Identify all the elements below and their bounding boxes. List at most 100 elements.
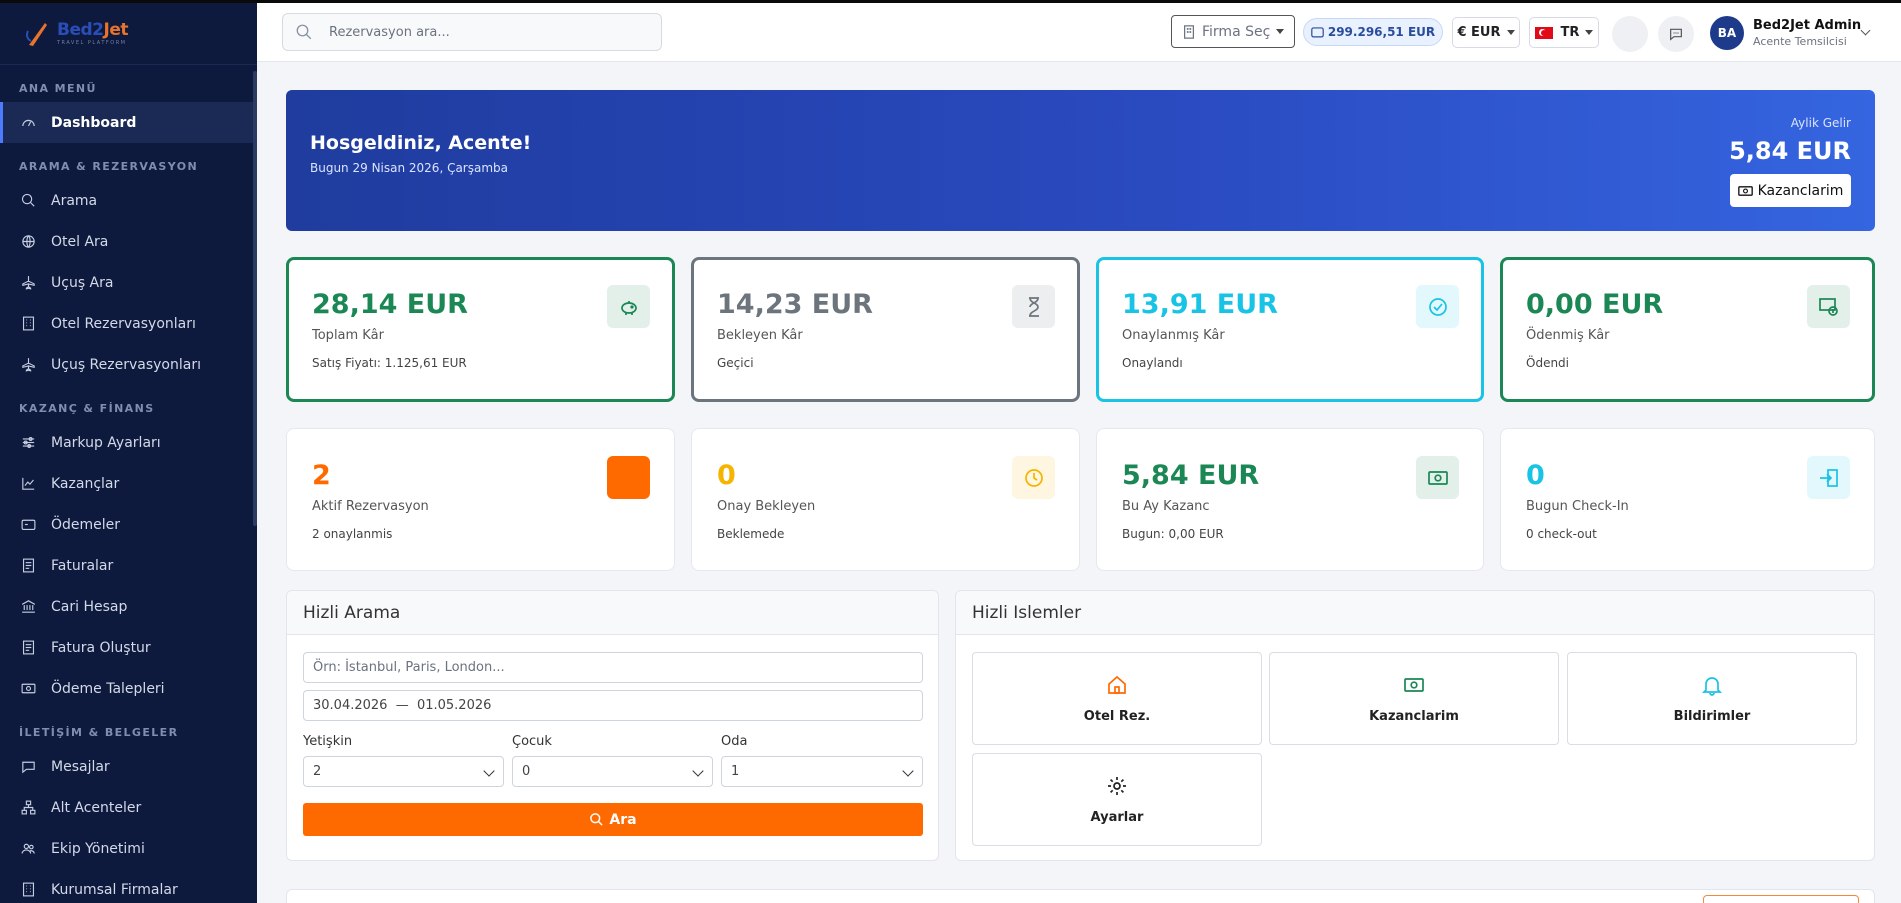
cash-coin-icon	[1807, 285, 1850, 328]
user-name[interactable]: Bed2Jet Admin	[1753, 18, 1861, 33]
chevron-down-icon	[902, 765, 914, 777]
stat-card[interactable]: 0 Bugun Check-In 0 check-out	[1500, 428, 1875, 571]
search-icon	[590, 813, 604, 826]
sidebar-item-markup-ayarları[interactable]: Markup Ayarları	[0, 422, 257, 463]
brand-logo[interactable]: Bed2Jet TRAVEL PLATFORM	[0, 3, 257, 65]
sidebar-item-ödeme-talepleri[interactable]: Ödeme Talepleri	[0, 668, 257, 709]
quick-search-panel: Hizli Arama Örn: İstanbul, Paris, London…	[286, 590, 939, 861]
piggy-bank-icon	[607, 285, 650, 328]
stat-subtext: Onaylandı	[1122, 356, 1183, 370]
sidebar-nav: ANA MENÜ Dashboard ARAMA & REZERVASYON Aram…	[0, 74, 257, 903]
quick-action-tile[interactable]: Kazanclarim	[1269, 652, 1559, 745]
nav-section-title: İLETİŞİM & BELGELER	[19, 725, 179, 739]
sidebar-item-label: Faturalar	[51, 557, 114, 574]
destination-placeholder: Örn: İstanbul, Paris, London...	[313, 660, 505, 675]
sidebar-scrollbar[interactable]	[253, 71, 257, 526]
avatar[interactable]: BA	[1710, 16, 1744, 50]
cash-icon	[1402, 673, 1426, 709]
stat-label: Aktif Rezervasyon	[312, 499, 429, 514]
gear-icon	[1105, 774, 1129, 810]
sidebar-item-kazançlar[interactable]: Kazançlar	[0, 463, 257, 504]
quick-action-tile[interactable]: Bildirimler	[1567, 652, 1857, 745]
search-placeholder: Rezervasyon ara...	[329, 24, 450, 40]
sidebar-item-faturalar[interactable]: Faturalar	[0, 545, 257, 586]
sidebar-item-alt-acenteler[interactable]: Alt Acenteler	[0, 787, 257, 828]
sliders-icon	[19, 434, 37, 452]
receipt-icon	[19, 557, 37, 575]
stat-card[interactable]: 0,00 EUR Ödenmiş Kâr Ödendi	[1500, 257, 1875, 402]
chevron-down-icon	[483, 765, 495, 777]
team-icon	[19, 840, 37, 858]
stat-label: Bugun Check-In	[1526, 499, 1629, 514]
room-label: Oda	[721, 734, 748, 749]
stat-card[interactable]: 2 Aktif Rezervasyon 2 onaylanmis	[286, 428, 675, 571]
stat-value: 5,84 EUR	[1122, 460, 1260, 491]
monthly-income-value: 5,84 EUR	[1729, 137, 1851, 165]
stat-value: 13,91 EUR	[1122, 289, 1278, 320]
sidebar-item-mesajlar[interactable]: Mesajlar	[0, 746, 257, 787]
adult-select[interactable]: 2	[303, 756, 504, 787]
chevron-down-icon[interactable]	[1860, 25, 1871, 36]
sidebar-item-otel-ara[interactable]: Otel Ara	[0, 221, 257, 262]
messages-button[interactable]	[1658, 16, 1694, 52]
stat-value: 2	[312, 460, 331, 491]
brand-name-accent: Jet	[103, 19, 129, 40]
stat-subtext: Geçici	[717, 356, 754, 370]
theme-toggle-button[interactable]	[1612, 16, 1648, 52]
child-select[interactable]: 0	[512, 756, 713, 787]
stat-card[interactable]: 0 Onay Bekleyen Beklemede	[691, 428, 1080, 571]
quick-actions-title: Hizli Islemler	[956, 591, 1874, 635]
sidebar-item-fatura-oluştur[interactable]: Fatura Oluştur	[0, 627, 257, 668]
welcome-title: Hosgeldiniz, Acente!	[310, 132, 532, 154]
balance-badge[interactable]: 299.296,51 EUR	[1303, 18, 1443, 46]
search-button[interactable]: Ara	[303, 803, 923, 836]
quick-action-tile[interactable]: Ayarlar	[972, 753, 1262, 846]
quick-action-tile[interactable]: Otel Rez.	[972, 652, 1262, 745]
stat-card[interactable]: 5,84 EUR Bu Ay Kazanc Bugun: 0,00 EUR	[1096, 428, 1484, 571]
welcome-date: Bugun 29 Nisan 2026, Çarşamba	[310, 161, 508, 175]
earnings-button-label: Kazanclarim	[1757, 182, 1844, 199]
date-range-input[interactable]: 30.04.2026 — 01.05.2026	[303, 690, 923, 721]
stat-card[interactable]: 14,23 EUR Bekleyen Kâr Geçici	[691, 257, 1080, 402]
room-select[interactable]: 1	[721, 756, 923, 787]
monthly-income-label: Aylik Gelir	[1790, 116, 1851, 130]
child-label: Çocuk	[512, 734, 552, 749]
sidebar-item-label: Arama	[51, 192, 98, 209]
stat-subtext: 0 check-out	[1526, 527, 1597, 541]
firma-select[interactable]: Firma Seç	[1171, 15, 1295, 48]
cash-icon	[19, 680, 37, 698]
hourglass-icon	[1012, 285, 1055, 328]
building-icon	[19, 881, 37, 899]
stat-card[interactable]: 13,91 EUR Onaylanmış Kâr Onaylandı	[1096, 257, 1484, 402]
language-select[interactable]: TR	[1529, 17, 1599, 48]
earnings-button[interactable]: Kazanclarim	[1730, 174, 1851, 207]
stat-label: Ödenmiş Kâr	[1526, 328, 1610, 343]
search-input[interactable]: Rezervasyon ara...	[282, 13, 662, 51]
sidebar-item-cari-hesap[interactable]: Cari Hesap	[0, 586, 257, 627]
sidebar-item-uçuş-ara[interactable]: Uçuş Ara	[0, 262, 257, 303]
stat-value: 14,23 EUR	[717, 289, 873, 320]
currency-label: € EUR	[1457, 25, 1501, 40]
brand-name: Bed2	[57, 19, 104, 40]
destination-input[interactable]: Örn: İstanbul, Paris, London...	[303, 652, 923, 683]
stat-card[interactable]: 28,14 EUR Toplam Kâr Satış Fiyatı: 1.125,6…	[286, 257, 675, 402]
sidebar-item-dashboard[interactable]: Dashboard	[0, 102, 257, 143]
currency-select[interactable]: € EUR	[1452, 17, 1520, 48]
calendar-icon	[607, 456, 650, 499]
stat-label: Bu Ay Kazanc	[1122, 499, 1210, 514]
next-panel-button[interactable]	[1703, 895, 1859, 903]
sidebar-item-kurumsal-firmalar[interactable]: Kurumsal Firmalar	[0, 869, 257, 903]
sidebar-item-uçuş-rezervasyonları[interactable]: Uçuş Rezervasyonları	[0, 344, 257, 385]
search-icon	[296, 24, 312, 40]
wallet-icon	[1311, 27, 1324, 38]
stat-value: 0	[1526, 460, 1545, 491]
sidebar-item-otel-rezervasyonları[interactable]: Otel Rezervasyonları	[0, 303, 257, 344]
adult-value: 2	[313, 764, 322, 779]
sidebar-item-ödemeler[interactable]: Ödemeler	[0, 504, 257, 545]
sidebar-item-ekip-yönetimi[interactable]: Ekip Yönetimi	[0, 828, 257, 869]
search-icon	[19, 192, 37, 210]
next-panel	[286, 889, 1875, 903]
sidebar-item-label: Alt Acenteler	[51, 799, 142, 816]
sidebar-item-arama[interactable]: Arama	[0, 180, 257, 221]
user-role: Acente Temsilcisi	[1753, 35, 1847, 48]
